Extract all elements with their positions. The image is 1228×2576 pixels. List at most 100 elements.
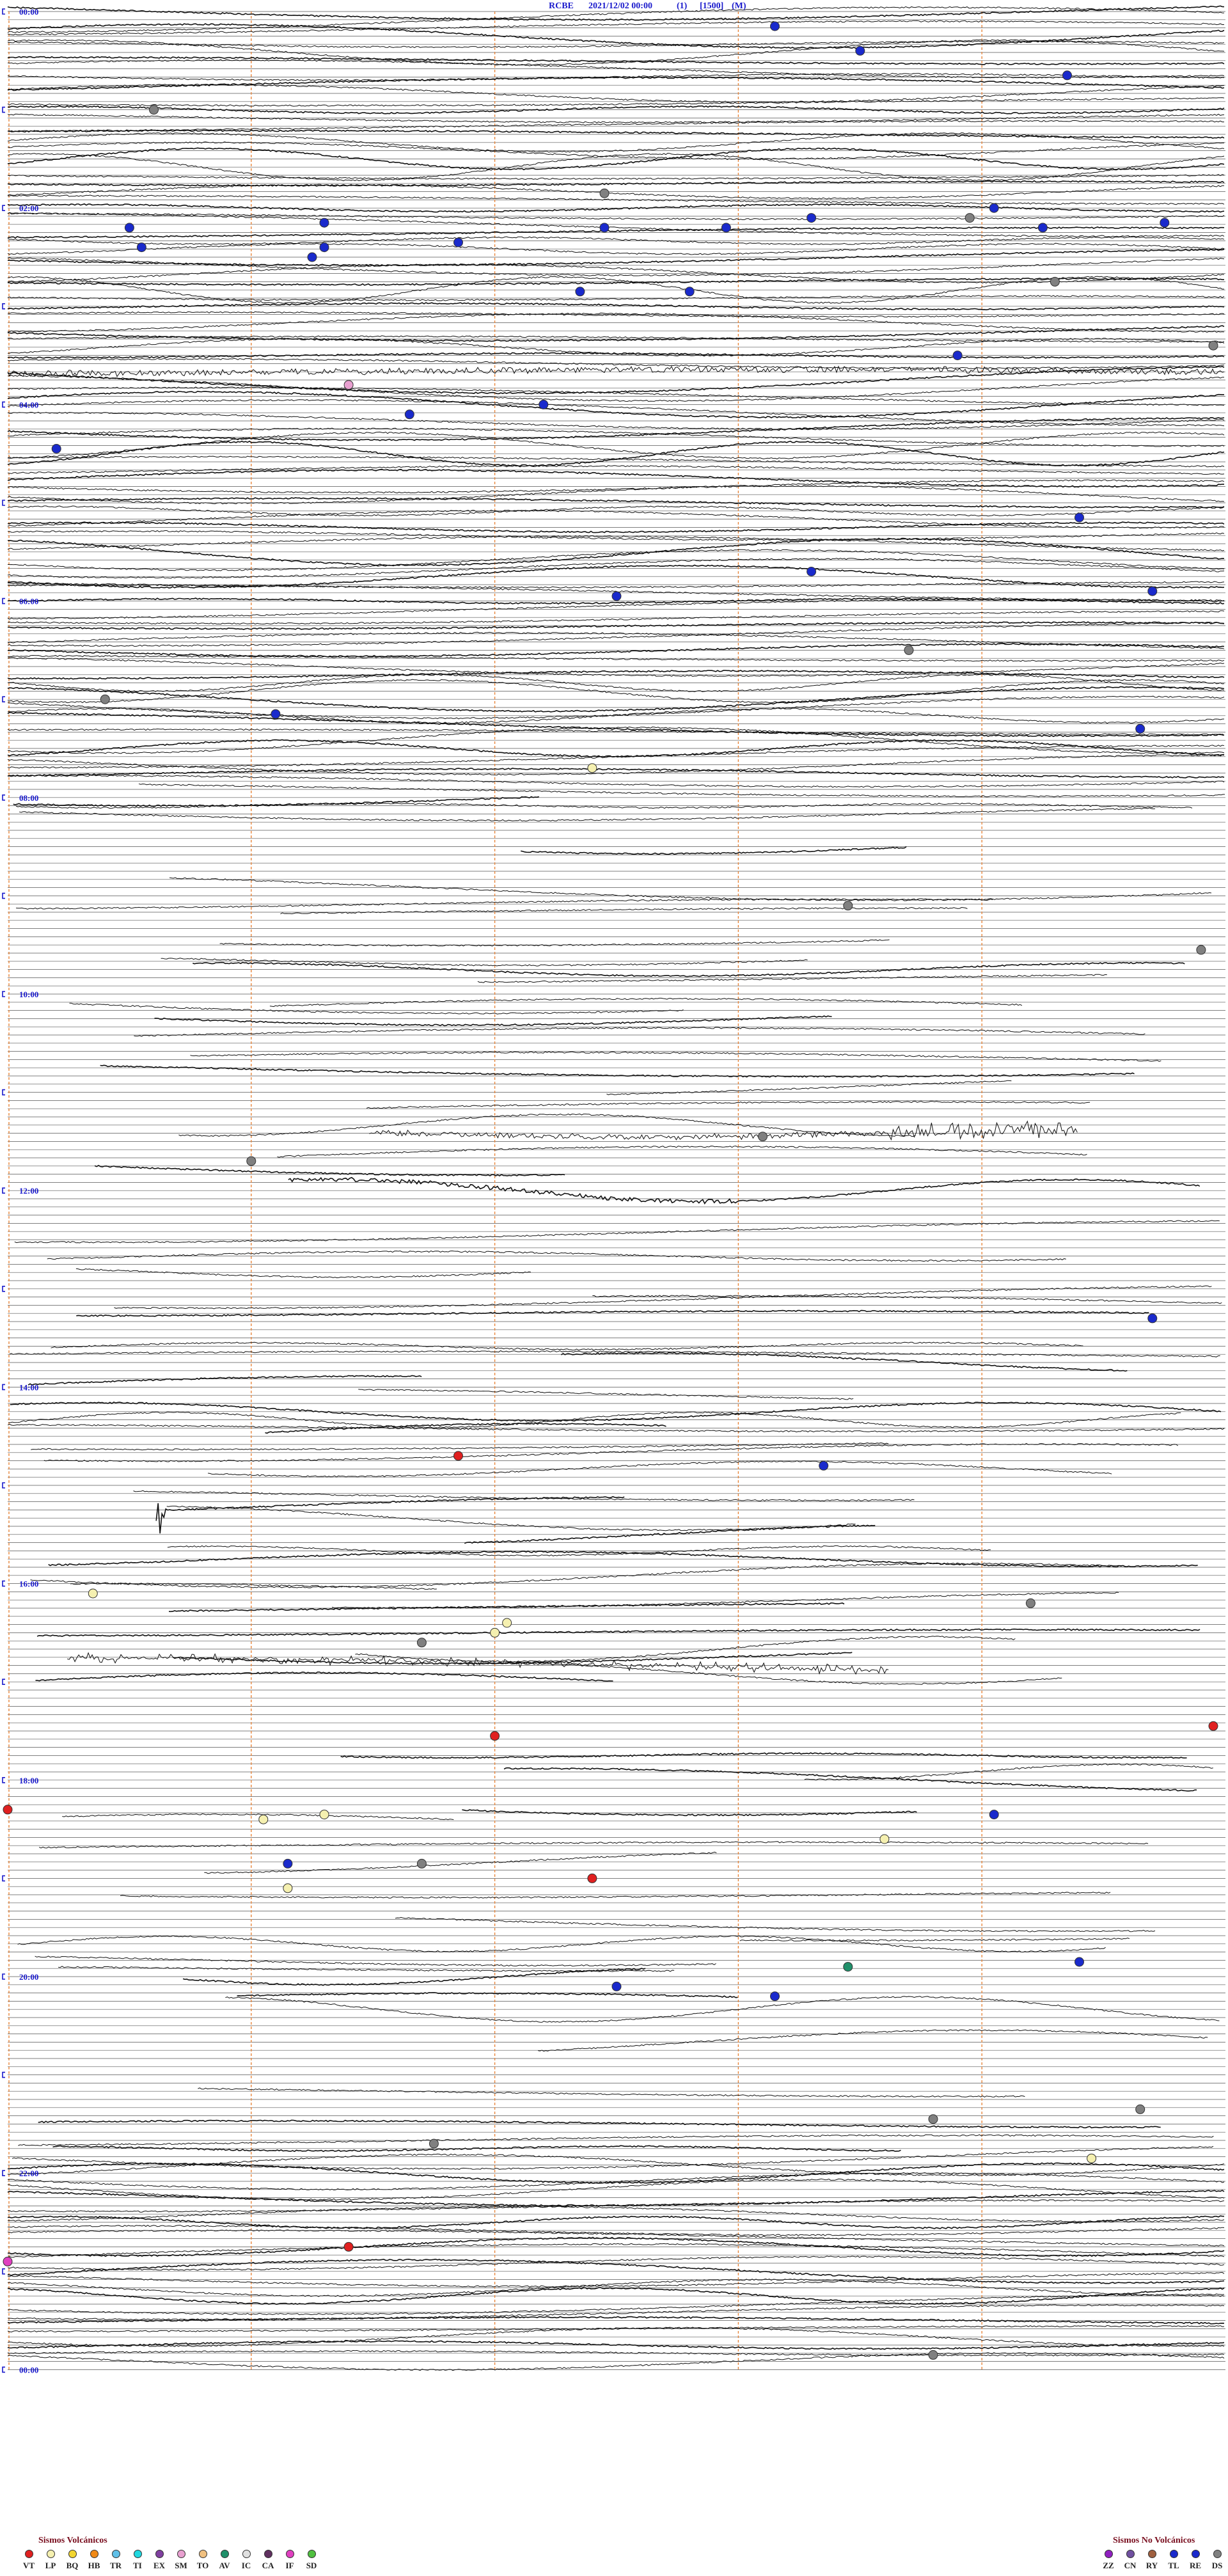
grid-lines: [8, 11, 1225, 2370]
event-vt: [453, 1451, 463, 1461]
legend-item-ry: RY: [1141, 2550, 1163, 2571]
legend-swatch: [1147, 2550, 1156, 2558]
legend-swatch: [68, 2550, 77, 2558]
event-re: [807, 213, 817, 223]
trace-line: [35, 1956, 716, 1967]
trace-line: [168, 1602, 845, 1613]
hour-tick: [2, 892, 5, 899]
legend-code: DS: [1211, 2561, 1223, 2570]
event-vt: [1208, 1721, 1218, 1731]
hour-label: 20:00: [19, 1972, 38, 1982]
trace-line: [9, 1350, 1220, 1357]
hour-tick: [2, 401, 5, 408]
event-lp: [879, 1834, 890, 1844]
legend-code: BQ: [66, 2561, 79, 2570]
event-re: [721, 223, 731, 233]
legend-code: SM: [175, 2561, 187, 2570]
event-re: [1037, 223, 1048, 233]
event-re: [1074, 1957, 1084, 1967]
event-re: [575, 287, 585, 297]
event-re: [684, 287, 695, 297]
hour-tick: [2, 1482, 5, 1489]
legend-item-bq: BQ: [61, 2550, 83, 2571]
trace-line: [19, 807, 1156, 822]
hour-tick: [2, 1875, 5, 1882]
legend-swatch: [90, 2550, 98, 2558]
event-ds: [964, 213, 975, 223]
trace-line: [100, 1064, 1135, 1078]
event-re: [283, 1858, 293, 1869]
legend-item-sd: SD: [301, 2550, 322, 2571]
event-lp: [490, 1627, 500, 1638]
event-re: [819, 1460, 829, 1471]
legend-code: TO: [196, 2561, 209, 2570]
event-ds: [928, 2114, 938, 2124]
event-ds: [100, 694, 110, 704]
trace-line: [7, 657, 1225, 677]
hour-label: 08:00: [19, 793, 38, 803]
trace-line: [75, 1268, 531, 1279]
seismic-traces: [7, 5, 1225, 2371]
legend-code: TI: [133, 2561, 142, 2570]
legend-item-tl: TL: [1163, 2550, 1185, 2571]
hour-label: 16:00: [19, 1579, 38, 1589]
trace-line: [35, 1671, 613, 1682]
trace-line: [477, 974, 1107, 983]
legend-code: LP: [45, 2561, 56, 2570]
trace-line: [161, 958, 808, 967]
legend-code: RY: [1145, 2561, 1158, 2570]
legend-swatch: [1169, 2550, 1178, 2558]
hour-tick: [2, 991, 5, 997]
trace-line: [58, 1966, 675, 1972]
legend-swatch: [220, 2550, 229, 2558]
event-re: [539, 399, 549, 409]
legend-item-ti: TI: [127, 2550, 148, 2571]
legend-item-re: RE: [1185, 2550, 1206, 2571]
event-re: [1147, 586, 1158, 596]
legend-item-ca: CA: [257, 2550, 279, 2571]
event-re: [319, 242, 329, 253]
event-re: [1062, 70, 1072, 81]
event-lp: [319, 1810, 329, 1820]
trace-line: [560, 1352, 1128, 1372]
hour-label: 00:00: [19, 7, 38, 17]
event-ds: [1208, 340, 1218, 351]
trace-line: [277, 1145, 1087, 1158]
hour-label: 18:00: [19, 1776, 38, 1785]
event-re: [855, 45, 865, 56]
hour-label: 02:00: [19, 203, 38, 213]
event-re: [124, 223, 134, 233]
hour-tick: [2, 696, 5, 702]
legend-item-ic: IC: [235, 2550, 257, 2571]
hour-tick: [2, 106, 5, 113]
legend-code: ZZ: [1103, 2561, 1114, 2570]
legend-volcanic: VT LP BQ HB TR TI EX SM TO AV IC CA IF SD: [18, 2550, 322, 2571]
event-ds: [1135, 2104, 1145, 2114]
hour-tick: [2, 303, 5, 310]
hour-tick: [2, 2170, 5, 2176]
event-re: [1074, 512, 1084, 523]
legend-swatch: [155, 2550, 164, 2558]
legend-swatch: [46, 2550, 55, 2558]
trace-line: [12, 2145, 1214, 2170]
event-re: [51, 444, 61, 454]
event-vt: [3, 1805, 13, 1815]
hour-tick: [2, 1973, 5, 1980]
legend-swatch: [264, 2550, 272, 2558]
event-ds: [246, 1156, 256, 1166]
legend-item-if: IF: [279, 2550, 301, 2571]
hour-tick: [2, 1777, 5, 1783]
event-lp: [283, 1883, 293, 1893]
legend-code: IC: [241, 2561, 251, 2570]
event-vt: [343, 2241, 354, 2252]
hour-tick: [2, 1089, 5, 1096]
hour-tick: [2, 1580, 5, 1587]
hour-tick: [2, 1679, 5, 1685]
event-re: [453, 237, 463, 248]
event-ds: [599, 188, 610, 198]
hour-tick: [2, 8, 5, 15]
legend-swatch: [307, 2550, 316, 2558]
legend-code: IF: [285, 2561, 294, 2570]
hour-tick: [2, 1384, 5, 1391]
legend-item-hb: HB: [83, 2550, 105, 2571]
